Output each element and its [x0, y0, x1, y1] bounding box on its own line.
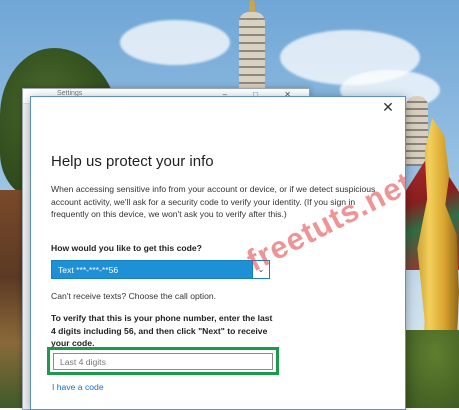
security-verification-dialog: ✕ Help us protect your info When accessi… — [30, 96, 406, 410]
have-code-link[interactable]: I have a code — [52, 382, 104, 392]
last-four-digits-input[interactable] — [53, 353, 273, 370]
selected-method: Text ***-***-**56 — [58, 265, 119, 275]
bush — [400, 330, 459, 408]
call-option-text: Can't receive texts? Choose the call opt… — [51, 291, 217, 301]
close-icon[interactable]: ✕ — [379, 98, 397, 116]
cloud — [120, 20, 230, 65]
code-method-select[interactable]: Text ***-***-**56 ⌄ — [51, 260, 270, 279]
dialog-titlebar: ✕ — [31, 97, 405, 117]
temple-spire — [237, 0, 267, 100]
dialog-heading: Help us protect your info — [51, 153, 214, 170]
intro-text: When accessing sensitive info from your … — [51, 184, 376, 219]
temple-spire-right — [406, 96, 428, 166]
verify-instructions: To verify that this is your phone number… — [51, 313, 273, 348]
code-method-label: How would you like to get this code? — [51, 243, 202, 253]
chevron-down-icon[interactable]: ⌄ — [252, 261, 269, 278]
